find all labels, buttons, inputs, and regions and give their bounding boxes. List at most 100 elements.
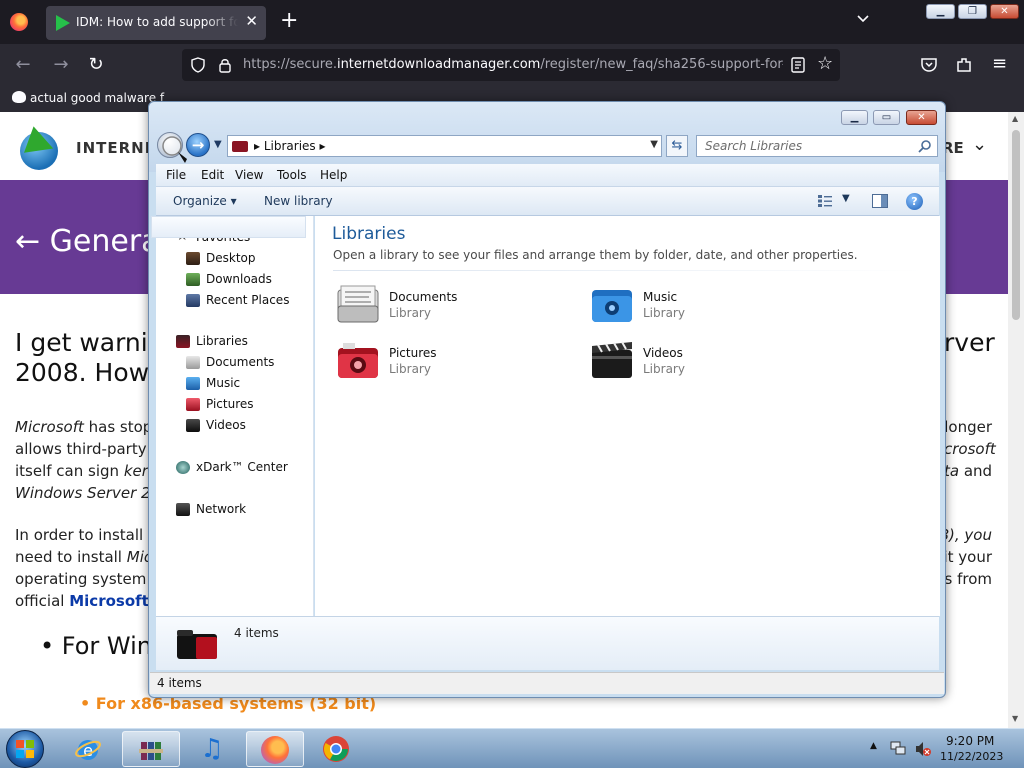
reader-view-icon[interactable] [791, 57, 805, 73]
para-text: longer [944, 418, 992, 436]
para-text: s from [944, 570, 993, 588]
reload-icon[interactable]: ↻ [85, 54, 107, 76]
magnifier-cursor-icon [162, 136, 187, 163]
nav-label: Desktop [206, 251, 256, 265]
para-text: has stop [83, 418, 153, 436]
url-bar[interactable]: https://secure.internetdownloadmanager.c… [182, 49, 840, 81]
scrollbar-thumb[interactable] [1012, 130, 1020, 320]
menu-view[interactable]: View [235, 168, 263, 182]
network-icon [176, 503, 190, 516]
new-library-button[interactable]: New library [264, 194, 333, 208]
library-type: Library [389, 306, 431, 320]
nav-label: xDark™ Center [196, 460, 288, 474]
libraries-explorer-window: ▁ ▭ ✕ → ▼ ▸ Libraries ▸ ▼ ⇆ Search Libra… [148, 101, 946, 698]
back-arrow-icon[interactable]: ← [12, 54, 34, 76]
organize-button[interactable]: Organize ▾ [173, 194, 237, 208]
clock-time[interactable]: 9:20 PM [946, 734, 994, 748]
start-button[interactable] [6, 730, 44, 768]
banner-title[interactable]: ← Genera [15, 224, 160, 259]
library-videos[interactable]: Videos Library [589, 338, 819, 386]
explorer-close-button[interactable]: ✕ [906, 110, 937, 125]
tab-close-icon[interactable]: ✕ [245, 12, 258, 30]
libraries-folder-icon [232, 141, 248, 152]
library-music[interactable]: Music Library [589, 282, 819, 330]
taskbar-internet-explorer[interactable]: e [60, 731, 118, 767]
pocket-icon[interactable] [920, 56, 938, 74]
show-hidden-icons-icon[interactable]: ▲ [870, 741, 877, 751]
network-tray-icon[interactable] [890, 740, 906, 756]
library-name: Documents [389, 290, 458, 304]
breadcrumb-libraries[interactable]: Libraries [264, 139, 316, 153]
para-text: official [15, 592, 70, 610]
para-em: Microsoft [15, 418, 84, 436]
para-em: crosoft [944, 440, 996, 458]
paragraph-1: Microsoft has stop allows third-party it… [15, 416, 160, 504]
nav-libraries-selected[interactable] [151, 216, 306, 238]
taskbar-winrar[interactable] [122, 731, 180, 767]
explorer-maximize-button[interactable]: ▭ [873, 110, 900, 125]
internet-explorer-icon: e [75, 740, 101, 760]
paragraph-2: In order to install I need to install Mi… [15, 524, 161, 612]
menu-tools[interactable]: Tools [277, 168, 307, 182]
content-divider [333, 270, 923, 271]
scroll-down-icon[interactable]: ▼ [1012, 714, 1018, 723]
desktop-icon [186, 252, 200, 265]
article-heading-right: rver [944, 328, 995, 357]
search-icon[interactable] [918, 139, 932, 153]
volume-muted-icon[interactable] [914, 740, 932, 758]
firefox-icon [261, 736, 289, 764]
music-icon [186, 377, 200, 390]
explorer-command-bar: Organize ▾ New library ▼ ? [156, 186, 939, 216]
refresh-icon[interactable]: ⇆ [666, 135, 688, 157]
page-scrollbar[interactable]: ▲ ▼ [1008, 112, 1024, 728]
para-em: ta [944, 462, 960, 480]
address-bar[interactable]: ▸ Libraries ▸ ▼ [227, 135, 662, 157]
music-library-icon [592, 290, 632, 322]
site-nav-chevron-icon[interactable]: ⌄ [972, 134, 987, 155]
tracking-shield-icon[interactable] [190, 57, 206, 73]
view-options-dropdown-icon[interactable]: ▼ [842, 193, 850, 204]
lock-icon[interactable] [218, 57, 232, 73]
browser-tab-active[interactable]: IDM: How to add support for sh ✕ [46, 6, 266, 40]
menu-edit[interactable]: Edit [201, 168, 224, 182]
menu-file[interactable]: File [166, 168, 186, 182]
extensions-puzzle-icon[interactable] [955, 56, 973, 74]
navigation-pane: ★ Favorites Desktop Downloads Recent Pla… [156, 216, 314, 616]
taskbar-firefox[interactable] [246, 731, 304, 767]
address-breadcrumb[interactable]: ▸ Libraries ▸ [254, 139, 326, 153]
preview-pane-icon[interactable] [872, 194, 888, 208]
taskbar-chrome[interactable] [308, 731, 366, 767]
scroll-up-icon[interactable]: ▲ [1012, 114, 1018, 123]
recent-pages-dropdown-icon[interactable]: ▼ [214, 139, 222, 150]
help-icon[interactable]: ? [906, 193, 923, 210]
close-button[interactable]: ✕ [990, 4, 1019, 19]
library-pictures[interactable]: Pictures Library [335, 338, 565, 386]
downloads-icon [186, 273, 200, 286]
new-tab-button[interactable]: + [280, 8, 298, 34]
clock-date[interactable]: 11/22/2023 [940, 750, 1003, 763]
bookmark-item[interactable]: actual good malware f [12, 91, 164, 105]
para-text: 8), you [939, 526, 993, 544]
minimize-button[interactable]: ▁ [926, 4, 955, 19]
list-all-tabs-chevron-icon[interactable] [856, 12, 870, 26]
address-dropdown-icon[interactable]: ▼ [650, 139, 658, 150]
pictures-library-icon [338, 343, 378, 378]
taskbar-music-player[interactable]: ♫ [184, 731, 242, 767]
hamburger-menu-icon[interactable]: ≡ [992, 53, 1007, 74]
documents-library-icon [337, 285, 379, 323]
bookmark-star-icon[interactable]: ☆ [817, 53, 833, 74]
maximize-button[interactable]: ❐ [958, 4, 987, 19]
site-brand[interactable]: INTERNE [76, 139, 156, 157]
pictures-icon [186, 398, 200, 411]
forward-arrow-icon[interactable]: → [50, 54, 72, 76]
microsoft-link[interactable]: Microsoft [69, 592, 149, 610]
menu-help[interactable]: Help [320, 168, 347, 182]
library-documents[interactable]: Documents Library [335, 282, 565, 330]
search-box[interactable]: Search Libraries [696, 135, 938, 157]
windows-logo-icon [16, 740, 34, 758]
tab-title: IDM: How to add support for sh [76, 15, 238, 29]
explorer-minimize-button[interactable]: ▁ [841, 110, 868, 125]
heading-line-1: I get warnir [15, 328, 158, 357]
firefox-logo-icon[interactable] [10, 13, 28, 31]
change-view-icon[interactable] [818, 195, 832, 207]
